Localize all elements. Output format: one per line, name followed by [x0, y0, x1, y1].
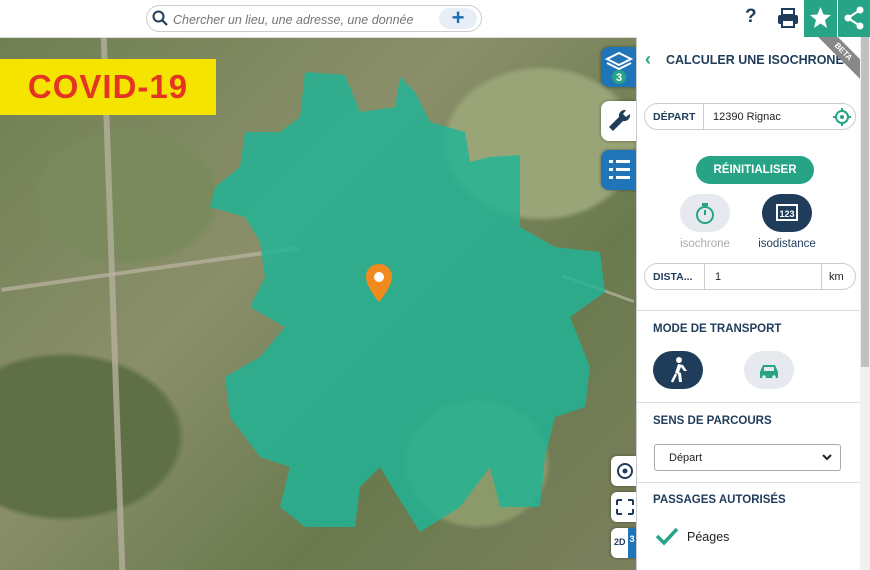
- isodistance-label: isodistance: [758, 238, 816, 250]
- divider: [637, 482, 861, 483]
- isodistance-mode-button[interactable]: 123: [762, 194, 812, 232]
- layers-icon: 3: [604, 51, 634, 84]
- print-icon[interactable]: [776, 6, 800, 35]
- crosshair-icon: [617, 463, 633, 479]
- layers-count: 3: [616, 72, 622, 84]
- car-mode-button[interactable]: [744, 351, 794, 389]
- direction-select[interactable]: Départ: [654, 444, 841, 471]
- isochrone-panel: ‹ CALCULER UNE ISOCHRONE BETA DÉPART 123…: [636, 37, 861, 570]
- share-icon[interactable]: [838, 0, 870, 37]
- back-chevron-icon[interactable]: ‹: [645, 49, 651, 70]
- odometer-icon: 123: [776, 204, 798, 221]
- distance-field[interactable]: DISTA... 1 km: [644, 263, 856, 290]
- add-button[interactable]: +: [439, 7, 477, 29]
- fullscreen-button[interactable]: [611, 492, 636, 522]
- direction-title: SENS DE PARCOURS: [653, 415, 772, 427]
- distance-value[interactable]: 1: [715, 271, 721, 283]
- map-view[interactable]: [0, 37, 636, 570]
- pedestrian-icon: [670, 357, 687, 383]
- divider: [637, 310, 861, 311]
- search-icon[interactable]: [152, 10, 168, 31]
- passages-title: PASSAGES AUTORISÉS: [653, 494, 786, 506]
- panel-header: ‹ CALCULER UNE ISOCHRONE BETA: [637, 37, 861, 86]
- peages-label: Péages: [687, 530, 730, 544]
- view-toggle[interactable]: 2D 3: [611, 528, 636, 558]
- covid-banner: COVID-19: [0, 59, 216, 115]
- layers-button[interactable]: 3: [601, 47, 637, 87]
- stopwatch-icon: [696, 203, 714, 224]
- view-2d-label[interactable]: 2D: [614, 537, 626, 547]
- isochrone-label: isochrone: [680, 238, 730, 250]
- transport-title: MODE DE TRANSPORT: [653, 323, 782, 335]
- list-icon: [609, 160, 630, 179]
- view-3d-label[interactable]: 3: [628, 528, 636, 558]
- location-marker-icon[interactable]: [364, 262, 394, 304]
- search-bar[interactable]: +: [146, 5, 482, 32]
- help-button[interactable]: ?: [745, 6, 757, 28]
- depart-label: DÉPART: [653, 111, 696, 123]
- tools-button[interactable]: [601, 101, 637, 141]
- car-icon: [760, 365, 778, 379]
- svg-text:123: 123: [779, 209, 794, 219]
- fullscreen-icon: [616, 499, 634, 515]
- distance-label: DISTA...: [653, 271, 693, 283]
- top-bar: + ?: [0, 0, 870, 38]
- divider: [637, 402, 861, 403]
- legend-button[interactable]: [601, 150, 637, 190]
- wrench-icon: [609, 109, 631, 131]
- panel-title: CALCULER UNE ISOCHRONE: [666, 53, 844, 67]
- favorite-star-icon[interactable]: [804, 0, 837, 37]
- isochrone-area: [210, 72, 605, 532]
- direction-value: Départ: [669, 452, 703, 464]
- panel-scrollbar[interactable]: [860, 37, 870, 570]
- search-input[interactable]: [171, 9, 435, 30]
- chevron-down-icon: [822, 454, 832, 461]
- distance-unit: km: [829, 271, 844, 283]
- walk-mode-button[interactable]: [653, 351, 703, 389]
- checkmark-icon[interactable]: [655, 526, 679, 551]
- isochrone-mode-button[interactable]: [680, 194, 730, 232]
- geolocate-button[interactable]: [611, 456, 636, 486]
- depart-value[interactable]: 12390 Rignac: [713, 111, 781, 123]
- locate-target-icon[interactable]: [833, 108, 851, 131]
- depart-field[interactable]: DÉPART 12390 Rignac: [644, 103, 856, 130]
- reset-button[interactable]: RÉINITIALISER: [696, 156, 814, 184]
